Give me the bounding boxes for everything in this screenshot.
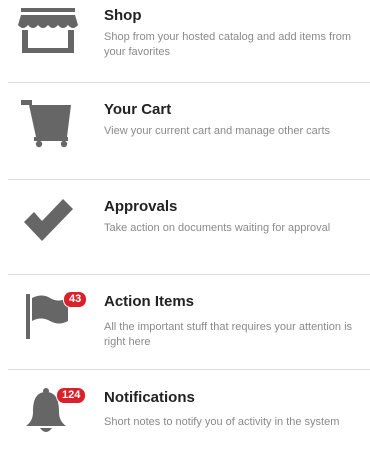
checkmark-icon (18, 196, 78, 248)
menu-item-description: View your current cart and manage other … (104, 125, 331, 137)
menu-item-description: All the important stuff that requires yo… (104, 321, 353, 348)
menu-item-description: Shop from your hosted catalog and add it… (104, 31, 352, 58)
menu-item-title: Your Cart (104, 101, 172, 118)
menu-item-shop[interactable]: Shop Shop from your hosted catalog and a… (0, 0, 370, 82)
menu-item-title: Shop (104, 7, 142, 24)
menu-item-description: Take action on documents waiting for app… (104, 222, 331, 234)
menu-item-approvals[interactable]: Approvals Take action on documents waiti… (0, 180, 370, 274)
menu-item-title: Approvals (104, 198, 178, 215)
menu-item-notifications[interactable]: 124 Notifications Short notes to notify … (0, 370, 370, 461)
action-items-badge: 43 (63, 291, 88, 308)
notifications-badge: 124 (56, 387, 87, 404)
menu-item-title: Action Items (104, 293, 195, 310)
cart-icon (18, 96, 78, 148)
menu-item-your-cart[interactable]: Your Cart View your current cart and man… (0, 83, 370, 179)
home-menu: Shop Shop from your hosted catalog and a… (0, 0, 370, 461)
menu-item-title: Notifications (104, 389, 195, 406)
menu-item-action-items[interactable]: 43 Action Items All the important stuff … (0, 275, 370, 369)
storefront-icon (18, 8, 78, 60)
menu-item-description: Short notes to notify you of activity in… (104, 416, 340, 428)
